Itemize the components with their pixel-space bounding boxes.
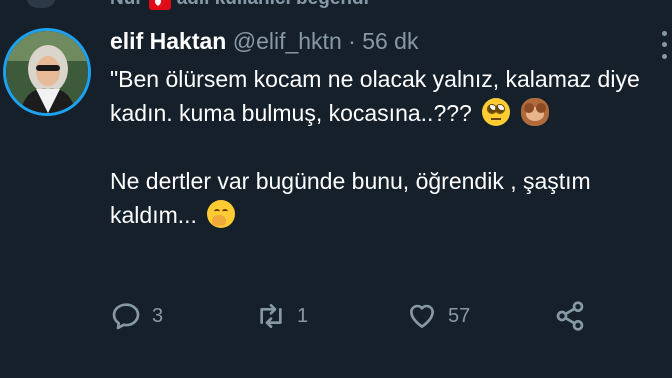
like-button[interactable]: 57 xyxy=(406,300,470,332)
turkey-flag-icon xyxy=(148,0,171,10)
avatar[interactable] xyxy=(3,28,91,116)
heart-icon xyxy=(410,304,434,328)
reply-button[interactable]: 3 xyxy=(110,300,163,332)
more-vertical-icon[interactable] xyxy=(656,28,672,62)
social-context[interactable]: Nur adlı kullanıcı beğendi xyxy=(110,0,369,10)
tweet-paragraph-1: "Ben ölürsem kocam ne olacak yalnız, kal… xyxy=(110,66,640,126)
tweet-text: "Ben ölürsem kocam ne olacak yalnız, kal… xyxy=(110,62,650,232)
reply-icon xyxy=(112,303,140,330)
social-context-icon xyxy=(26,0,56,8)
retweet-count: 1 xyxy=(297,304,309,327)
social-context-text: adlı kullanıcı beğendi xyxy=(177,0,369,10)
tweet-paragraph: "Ben ölürsem kocam ne olacak yalnız, kal… xyxy=(110,62,650,130)
face-with-rolling-eyes-icon xyxy=(482,98,511,126)
retweet-button[interactable]: 1 xyxy=(255,300,308,332)
tweet-paragraph-2: Ne dertler var bugünde bunu, öğrendik , … xyxy=(110,168,591,228)
tweet-header: elif Haktan @elif_hktn · 56 dk xyxy=(110,28,418,55)
avatar-image xyxy=(6,31,88,113)
share-button[interactable] xyxy=(554,300,586,332)
tweet-paragraph: Ne dertler var bugünde bunu, öğrendik , … xyxy=(110,164,650,232)
handle[interactable]: @elif_hktn xyxy=(233,28,342,54)
tweet-actions: 3 1 57 xyxy=(110,300,590,336)
like-count: 57 xyxy=(448,304,471,327)
face-with-hand-over-mouth-icon xyxy=(207,200,236,228)
separator-dot: · xyxy=(348,28,356,54)
display-name[interactable]: elif Haktan xyxy=(110,28,226,54)
see-no-evil-monkey-icon xyxy=(520,98,549,126)
timestamp[interactable]: 56 dk xyxy=(362,28,418,54)
social-context-name: Nur xyxy=(110,0,143,10)
share-icon xyxy=(556,301,584,331)
reply-count: 3 xyxy=(152,304,164,327)
retweet-icon xyxy=(260,304,282,328)
